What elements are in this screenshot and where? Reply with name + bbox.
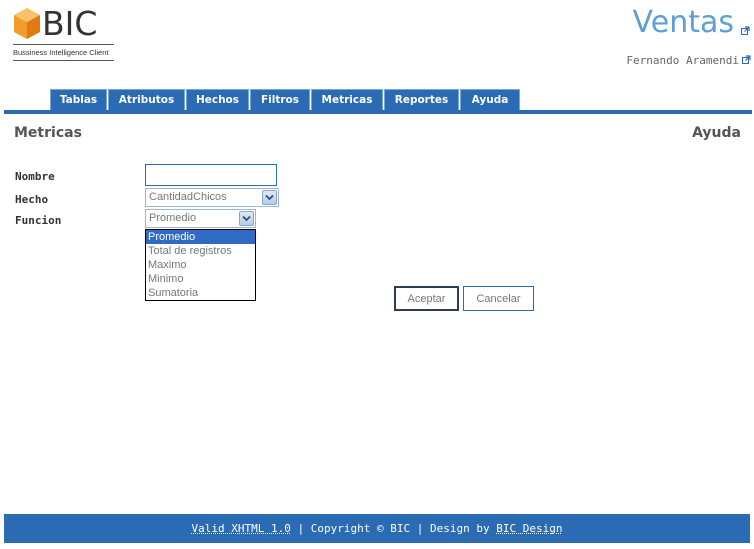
cube-logo-icon <box>14 8 40 39</box>
tab-filtros[interactable]: Filtros <box>250 89 310 110</box>
logo-text: BIC <box>42 4 98 43</box>
footer-design-text: Design by <box>429 522 497 535</box>
help-link[interactable]: Ayuda <box>692 125 741 141</box>
logo-subtitle: Bussiness Intelligence Client <box>13 48 109 57</box>
bic-logo: BIC Bussiness Intelligence Client <box>13 4 115 65</box>
tab-reportes[interactable]: Reportes <box>384 89 459 110</box>
tab-tablas[interactable]: Tablas <box>50 89 107 110</box>
cancel-button[interactable]: Cancelar <box>463 286 534 311</box>
dropdown-option-maximo[interactable]: Maximo <box>146 258 255 272</box>
chevron-down-icon[interactable] <box>239 211 254 226</box>
dropdown-option-minimo[interactable]: Minimo <box>146 272 255 286</box>
dropdown-option-sumatoria[interactable]: Sumatoria <box>146 286 255 300</box>
app-title[interactable]: Ventas <box>633 5 734 40</box>
funcion-label: Funcion <box>15 214 62 227</box>
logo-divider <box>13 44 114 45</box>
external-link-icon[interactable] <box>741 26 750 35</box>
tab-ayuda[interactable]: Ayuda <box>460 89 520 110</box>
tab-metricas[interactable]: Metricas <box>311 89 383 110</box>
footer-copyright: Copyright © BIC <box>310 522 411 535</box>
footer: Valid XHTML 1.0 | Copyright © BIC | Desi… <box>4 514 750 543</box>
footer-separator: | <box>410 522 430 535</box>
nombre-input[interactable] <box>145 164 277 186</box>
funcion-select[interactable]: Promedio <box>145 209 256 228</box>
hecho-select[interactable]: CantidadChicos <box>145 188 279 207</box>
nombre-label: Nombre <box>15 170 55 183</box>
funcion-select-value: Promedio <box>149 212 197 224</box>
user-name[interactable]: Fernando Aramendi <box>626 54 739 67</box>
accept-button[interactable]: Aceptar <box>394 286 459 311</box>
dropdown-option-promedio[interactable]: Promedio <box>146 230 255 244</box>
footer-separator: | <box>290 522 311 535</box>
logo-divider-bottom <box>13 60 114 61</box>
tab-atributos[interactable]: Atributos <box>108 89 185 110</box>
nav-underline <box>4 110 752 114</box>
hecho-label: Hecho <box>15 193 49 206</box>
main-nav: Tablas Atributos Hechos Filtros Metricas… <box>50 89 521 110</box>
dropdown-option-total-registros[interactable]: Total de registros <box>146 244 255 258</box>
funcion-dropdown-list: Promedio Total de registros Maximo Minim… <box>145 229 256 301</box>
hecho-select-value: CantidadChicos <box>149 191 227 203</box>
tab-hechos[interactable]: Hechos <box>186 89 249 110</box>
external-link-icon[interactable] <box>742 55 751 64</box>
chevron-down-icon[interactable] <box>262 190 277 205</box>
page-title: Metricas <box>14 125 82 141</box>
designer-link[interactable]: BIC Design <box>496 522 562 535</box>
valid-xhtml-link[interactable]: Valid XHTML 1.0 <box>192 522 291 535</box>
